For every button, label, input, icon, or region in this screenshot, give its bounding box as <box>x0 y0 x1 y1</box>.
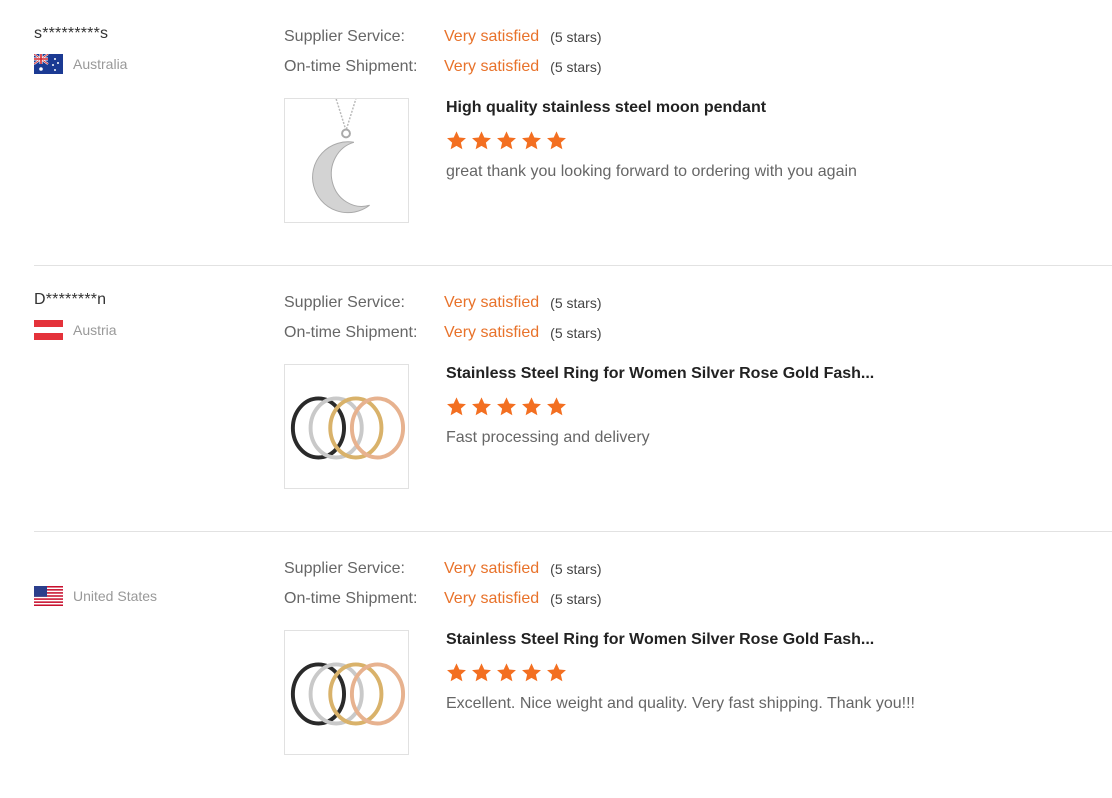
star-icon <box>446 130 467 151</box>
product-title[interactable]: High quality stainless steel moon pendan… <box>446 98 857 118</box>
ontime-shipment-value: Very satisfied <box>444 58 540 75</box>
product-title[interactable]: Stainless Steel Ring for Women Silver Ro… <box>446 630 915 650</box>
star-icon <box>496 662 517 683</box>
rings-image <box>285 365 408 488</box>
buyer-name: s*********s <box>34 25 109 42</box>
product-thumbnail[interactable] <box>284 98 409 223</box>
supplier-service-value: Very satisfied <box>444 28 540 45</box>
australia-flag-icon <box>34 54 63 74</box>
star-rating <box>446 396 874 417</box>
product-info: Stainless Steel Ring for Women Silver Ro… <box>446 364 874 489</box>
review-item: United States Supplier Service: Very sat… <box>0 532 1112 798</box>
supplier-service-value: Very satisfied <box>444 560 540 577</box>
star-icon <box>546 662 567 683</box>
product-thumbnail[interactable] <box>284 630 409 755</box>
supplier-service-stars: (5 stars) <box>550 295 602 311</box>
review-item: s*********s Australia Supplier Service: … <box>34 0 1112 266</box>
ontime-shipment-row: On-time Shipment: Very satisfied (5 star… <box>284 584 602 614</box>
austria-flag-icon <box>34 320 63 340</box>
country-name: Australia <box>73 56 128 72</box>
product-title[interactable]: Stainless Steel Ring for Women Silver Ro… <box>446 364 874 384</box>
supplier-service-row: Supplier Service: Very satisfied (5 star… <box>284 554 602 584</box>
star-icon <box>471 396 492 417</box>
star-icon <box>546 396 567 417</box>
star-rating <box>446 130 857 151</box>
buyer-info: s*********s Australia <box>34 24 127 74</box>
usa-flag-icon <box>34 586 63 606</box>
ontime-shipment-stars: (5 stars) <box>550 59 602 75</box>
star-icon <box>496 396 517 417</box>
ontime-shipment-value: Very satisfied <box>444 324 540 341</box>
star-icon <box>546 130 567 151</box>
product-info: Stainless Steel Ring for Women Silver Ro… <box>446 630 915 755</box>
buyer-name <box>34 556 157 576</box>
star-icon <box>446 396 467 417</box>
supplier-service-stars: (5 stars) <box>550 29 602 45</box>
supplier-service-row: Supplier Service: Very satisfied (5 star… <box>284 22 602 52</box>
ontime-shipment-stars: (5 stars) <box>550 591 602 607</box>
ontime-shipment-row: On-time Shipment: Very satisfied (5 star… <box>284 318 602 348</box>
buyer-info: D********n Austria <box>34 290 117 340</box>
ratings-block: Supplier Service: Very satisfied (5 star… <box>284 288 602 348</box>
product-thumbnail[interactable] <box>284 364 409 489</box>
supplier-service-label: Supplier Service: <box>284 294 405 311</box>
star-icon <box>446 662 467 683</box>
rings-image <box>285 631 408 754</box>
country-name: United States <box>73 588 158 604</box>
ontime-shipment-value: Very satisfied <box>444 590 540 607</box>
star-icon <box>521 396 542 417</box>
star-icon <box>471 130 492 151</box>
star-icon <box>521 130 542 151</box>
ratings-block: Supplier Service: Very satisfied (5 star… <box>284 22 602 82</box>
supplier-service-label: Supplier Service: <box>284 560 405 577</box>
review-comment: great thank you looking forward to order… <box>446 163 857 180</box>
supplier-service-label: Supplier Service: <box>284 28 405 45</box>
buyer-country: Austria <box>34 320 117 340</box>
product-block: High quality stainless steel moon pendan… <box>284 98 857 223</box>
buyer-info: United States <box>34 556 157 606</box>
ontime-shipment-label: On-time Shipment: <box>284 324 418 341</box>
star-rating <box>446 662 915 683</box>
product-block: Stainless Steel Ring for Women Silver Ro… <box>284 364 874 489</box>
star-icon <box>496 130 517 151</box>
country-name: Austria <box>73 322 117 338</box>
product-info: High quality stainless steel moon pendan… <box>446 98 857 223</box>
ontime-shipment-stars: (5 stars) <box>550 325 602 341</box>
product-block: Stainless Steel Ring for Women Silver Ro… <box>284 630 915 755</box>
ontime-shipment-label: On-time Shipment: <box>284 590 418 607</box>
star-icon <box>521 662 542 683</box>
buyer-country: United States <box>34 586 157 606</box>
ontime-shipment-row: On-time Shipment: Very satisfied (5 star… <box>284 52 602 82</box>
ratings-block: Supplier Service: Very satisfied (5 star… <box>284 554 602 614</box>
moon-pendant-image <box>312 99 370 214</box>
review-item: D********n Austria Supplier Service: Ver… <box>34 266 1112 532</box>
star-icon <box>471 662 492 683</box>
supplier-service-row: Supplier Service: Very satisfied (5 star… <box>284 288 602 318</box>
review-comment: Excellent. Nice weight and quality. Very… <box>446 695 915 712</box>
supplier-service-stars: (5 stars) <box>550 561 602 577</box>
ontime-shipment-label: On-time Shipment: <box>284 58 418 75</box>
buyer-country: Australia <box>34 54 127 74</box>
review-comment: Fast processing and delivery <box>446 429 650 446</box>
buyer-name: D********n <box>34 291 107 308</box>
supplier-service-value: Very satisfied <box>444 294 540 311</box>
